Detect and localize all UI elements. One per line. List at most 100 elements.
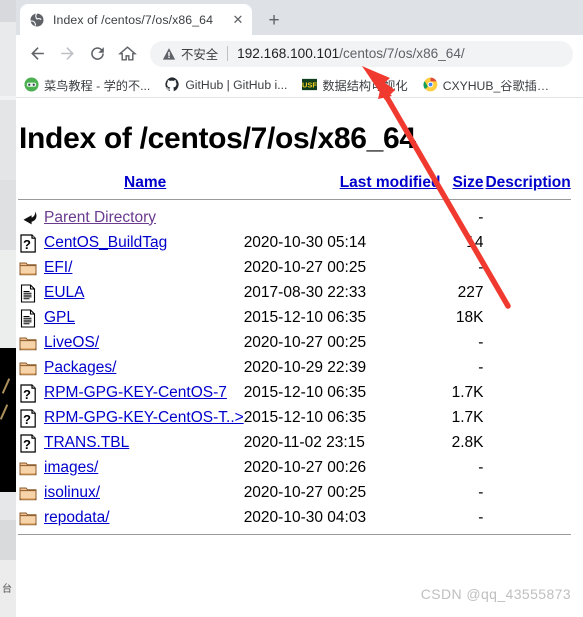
unknown-file-icon: ? xyxy=(18,405,44,430)
desktop-edge-strip: 台 xyxy=(0,0,16,617)
cell-size: 1.7K xyxy=(451,408,484,426)
file-link[interactable]: GPL xyxy=(44,309,75,326)
bookmark-item-github[interactable]: GitHub | GitHub i... xyxy=(165,77,287,92)
footer-divider xyxy=(18,534,571,535)
url-path: /centos/7/os/x86_64/ xyxy=(339,46,465,61)
cell-size: 18K xyxy=(455,308,484,326)
bookmark-label: 菜鸟教程 - 学的不... xyxy=(44,78,151,93)
cell-description xyxy=(483,305,570,330)
bookmark-item-usf[interactable]: USF 数据结构可视化 xyxy=(302,76,408,94)
warning-triangle-icon[interactable] xyxy=(162,47,176,61)
cell-description xyxy=(483,480,570,505)
file-link[interactable]: TRANS.TBL xyxy=(44,434,129,451)
watermark: CSDN @qq_43555873 xyxy=(420,586,571,602)
bookmark-item-cxyhub[interactable]: CXYHUB_谷歌插件... xyxy=(423,76,555,94)
table-row[interactable]: LiveOS/2020-10-27 00:25 - xyxy=(18,330,571,355)
tab-strip: Index of /centos/7/os/x86_64 ✕ + xyxy=(16,0,583,35)
table-row[interactable]: GPL 2015-12-10 06:35 18K xyxy=(18,305,571,330)
table-header-row: Name Last modified Size Description xyxy=(18,174,571,195)
table-row[interactable]: isolinux/2020-10-27 00:25 - xyxy=(18,480,571,505)
bookmark-label: GitHub | GitHub i... xyxy=(185,77,288,92)
file-link[interactable]: RPM-GPG-KEY-CentOS-7 xyxy=(44,384,227,401)
new-tab-button[interactable]: + xyxy=(262,8,286,32)
cell-description xyxy=(483,430,570,455)
table-foot xyxy=(18,530,571,540)
sort-by-size-link[interactable]: Size xyxy=(452,174,483,191)
bookmark-label: CXYHUB_谷歌插件... xyxy=(442,78,555,93)
directory-index-page: Index of /centos/7/os/x86_64 Name Last m… xyxy=(16,98,583,616)
column-header-name[interactable]: Name xyxy=(18,174,244,195)
sort-by-modified-link[interactable]: Last modified xyxy=(340,174,441,191)
table-row[interactable]: repodata/2020-10-30 04:03 - xyxy=(18,505,571,530)
globe-icon xyxy=(29,12,45,28)
table-row[interactable]: ? RPM-GPG-KEY-CentOS-7 2015-12-10 06:35 1.7… xyxy=(18,380,571,405)
column-header-size[interactable]: Size xyxy=(440,174,483,195)
file-link[interactable]: repodata/ xyxy=(44,509,110,526)
table-row[interactable]: EFI/2020-10-27 00:25 - xyxy=(18,255,571,280)
bookmark-item-runoob[interactable]: 菜鸟教程 - 学的不... xyxy=(24,76,150,94)
table-row[interactable]: images/2020-10-27 00:26 - xyxy=(18,455,571,480)
file-link[interactable]: isolinux/ xyxy=(44,484,100,501)
svg-text:?: ? xyxy=(23,237,31,252)
desktop-artifact xyxy=(0,404,9,420)
table-head: Name Last modified Size Description xyxy=(18,174,571,205)
url-text[interactable]: 192.168.100.101/centos/7/os/x86_64/ xyxy=(237,46,465,61)
svg-text:?: ? xyxy=(23,437,31,452)
cell-last-modified: 2020-10-27 00:25 xyxy=(243,483,367,501)
cell-size: 227 xyxy=(457,283,484,301)
cell-name: GPL xyxy=(44,305,244,330)
cell-last-modified: 2020-10-27 00:26 xyxy=(243,458,367,476)
home-button[interactable] xyxy=(112,39,142,69)
table-row[interactable]: Parent Directory - xyxy=(18,205,571,230)
cell-last-modified: 2020-10-30 04:03 xyxy=(243,508,367,526)
folder-icon xyxy=(18,355,44,380)
tab-active[interactable]: Index of /centos/7/os/x86_64 ✕ xyxy=(20,4,252,35)
table-row[interactable]: ? RPM-GPG-KEY-CentOS-T..> 2015-12-10 06:35… xyxy=(18,405,571,430)
browser-toolbar: 不安全 192.168.100.101/centos/7/os/x86_64/ xyxy=(16,35,583,72)
file-link[interactable]: LiveOS/ xyxy=(44,334,99,351)
cell-size: - xyxy=(478,458,484,476)
directory-table: Name Last modified Size Description Pare… xyxy=(18,174,571,540)
close-icon[interactable]: ✕ xyxy=(230,12,246,28)
file-link[interactable]: EULA xyxy=(44,284,85,301)
table-row[interactable]: EULA 2017-08-30 22:33 227 xyxy=(18,280,571,305)
file-link[interactable]: EFI/ xyxy=(44,259,72,276)
column-header-description[interactable]: Description xyxy=(483,174,570,195)
cell-last-modified: 2015-12-10 06:35 xyxy=(243,408,367,426)
sort-by-description-link[interactable]: Description xyxy=(485,174,570,191)
cell-name: RPM-GPG-KEY-CentOS-7 xyxy=(44,380,244,405)
cell-size: - xyxy=(478,508,484,526)
table-row[interactable]: Packages/2020-10-29 22:39 - xyxy=(18,355,571,380)
sort-by-name-link[interactable]: Name xyxy=(124,174,166,191)
cell-description xyxy=(483,205,570,230)
cell-name: RPM-GPG-KEY-CentOS-T..> xyxy=(44,405,244,430)
cell-description xyxy=(483,405,570,430)
github-icon xyxy=(165,77,180,92)
cell-description xyxy=(483,230,570,255)
svg-text:?: ? xyxy=(23,412,31,427)
security-label[interactable]: 不安全 xyxy=(181,45,218,63)
cell-name: EULA xyxy=(44,280,244,305)
cell-size: - xyxy=(478,483,484,501)
cell-name: EFI/ xyxy=(44,255,244,280)
cell-description xyxy=(483,505,570,530)
cell-last-modified: 2020-10-30 05:14 xyxy=(243,233,367,251)
file-link[interactable]: images/ xyxy=(44,459,98,476)
page-title: Index of /centos/7/os/x86_64 xyxy=(19,122,416,155)
forward-button[interactable] xyxy=(52,39,82,69)
file-link[interactable]: Parent Directory xyxy=(44,209,156,226)
address-bar[interactable]: 不安全 192.168.100.101/centos/7/os/x86_64/ xyxy=(150,40,573,67)
file-link[interactable]: CentOS_BuildTag xyxy=(44,234,167,251)
file-link[interactable]: Packages/ xyxy=(44,359,116,376)
table-row[interactable]: ? CentOS_BuildTag 2020-10-30 05:14 14 xyxy=(18,230,571,255)
reload-button[interactable] xyxy=(82,39,112,69)
table-row[interactable]: ? TRANS.TBL 2020-11-02 23:15 2.8K xyxy=(18,430,571,455)
back-button[interactable] xyxy=(22,39,52,69)
table-footer-rule-row xyxy=(18,530,571,540)
cell-name: Packages/ xyxy=(44,355,244,380)
file-link[interactable]: RPM-GPG-KEY-CentOS-T..> xyxy=(44,409,244,426)
column-header-modified[interactable]: Last modified xyxy=(244,174,441,195)
cell-last-modified xyxy=(244,205,441,230)
parent-directory-icon xyxy=(18,205,44,230)
cell-description xyxy=(483,455,570,480)
